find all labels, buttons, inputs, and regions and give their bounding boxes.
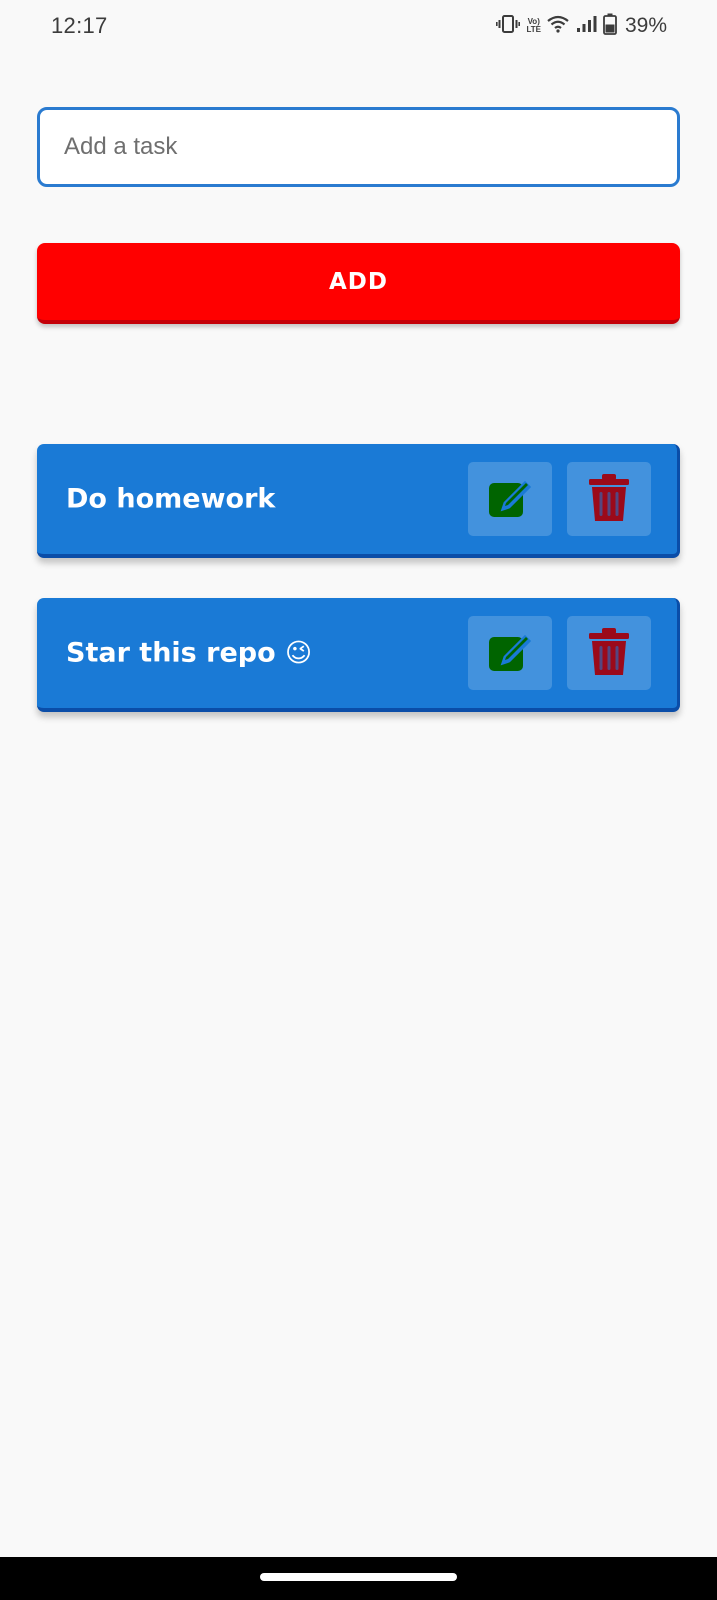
volte-icon: Vo) LTE [526,18,541,34]
task-text: Do homework [66,484,275,515]
battery-icon [603,13,617,40]
task-list: Do homework Star this repo 😉 [37,444,680,752]
delete-button[interactable] [567,616,651,690]
task-label: Star this repo [66,637,286,669]
signal-icon [575,15,597,38]
status-bar: 12:17 Vo) LTE 39% [0,0,717,52]
app-screen: 12:17 Vo) LTE 39% Add a task ADD Do home… [0,0,717,1600]
task-input[interactable] [37,107,680,187]
home-gesture-handle[interactable] [260,1573,457,1581]
trash-icon [587,627,631,680]
add-button[interactable]: ADD [37,243,680,324]
trash-icon [587,473,631,526]
task-text: Star this repo 😉 [66,638,312,669]
status-time: 12:17 [51,13,108,38]
volte-bottom-label: LTE [526,25,541,34]
status-icons: Vo) LTE 39% [496,13,667,40]
battery-percent: 39% [624,14,667,37]
task-item: Star this repo 😉 [37,598,680,712]
task-label: Do homework [66,483,276,515]
edit-icon [487,475,533,524]
system-nav-bar [0,1557,717,1600]
edit-button[interactable] [468,462,552,536]
vibrate-icon [496,14,521,39]
delete-button[interactable] [567,462,651,536]
wink-emoji: 😉 [285,638,313,669]
task-item: Do homework [37,444,680,558]
edit-icon [487,629,533,678]
wifi-icon [547,15,569,38]
edit-button[interactable] [468,616,552,690]
